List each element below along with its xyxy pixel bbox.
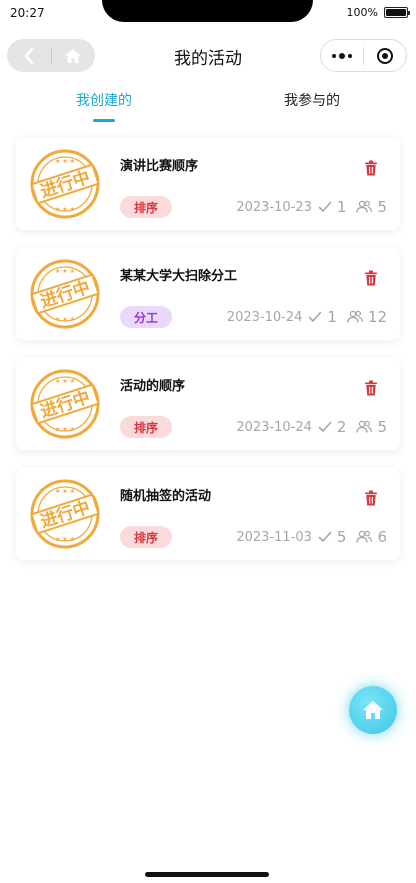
svg-text:★ ★ ★: ★ ★ ★ bbox=[55, 426, 75, 433]
active-tab-indicator bbox=[93, 119, 115, 122]
status-right: 100% bbox=[346, 6, 410, 19]
check-icon bbox=[318, 201, 332, 212]
svg-text:★ ★ ★: ★ ★ ★ bbox=[55, 488, 75, 495]
done-count: 2 bbox=[336, 418, 347, 436]
svg-text:★ ★ ★: ★ ★ ★ bbox=[55, 206, 75, 213]
activity-list: ★ ★ ★ ★ ★ ★ 进行中 演讲比赛顺序 排序 2023-10-23 1 5… bbox=[16, 138, 400, 578]
done-count: 1 bbox=[327, 308, 337, 326]
activity-meta: 2023-10-24 2 5 bbox=[236, 418, 387, 436]
battery-percentage: 100% bbox=[346, 6, 378, 19]
people-count: 12 bbox=[367, 308, 387, 326]
activity-title: 演讲比赛顺序 bbox=[120, 159, 199, 174]
home-indicator bbox=[145, 872, 269, 877]
in-progress-stamp-icon: ★ ★ ★ ★ ★ ★ 进行中 bbox=[30, 479, 100, 549]
activity-title: 活动的顺序 bbox=[120, 379, 186, 394]
stamp-text: 进行中 bbox=[38, 277, 93, 313]
activity-type-tag: 分工 bbox=[120, 306, 172, 328]
activity-meta: 2023-10-24 1 12 bbox=[227, 308, 387, 326]
svg-text:★ ★ ★: ★ ★ ★ bbox=[55, 268, 75, 275]
trash-icon[interactable] bbox=[364, 380, 378, 396]
activity-meta: 2023-11-03 5 6 bbox=[236, 528, 387, 546]
close-miniprogram-button[interactable] bbox=[364, 40, 406, 71]
activity-card[interactable]: ★ ★ ★ ★ ★ ★ 进行中 随机抽签的活动 排序 2023-11-03 5 bbox=[16, 468, 400, 560]
check-icon bbox=[309, 311, 322, 322]
activity-meta: 2023-10-23 1 5 bbox=[236, 198, 387, 216]
people-count: 5 bbox=[377, 198, 387, 216]
stamp-text: 进行中 bbox=[38, 497, 93, 533]
home-fab-button[interactable] bbox=[349, 686, 397, 734]
check-icon bbox=[318, 421, 332, 432]
activity-date: 2023-10-24 bbox=[236, 419, 312, 435]
battery-fill bbox=[386, 9, 406, 16]
tab-created[interactable]: 我创建的 bbox=[0, 90, 208, 110]
trash-icon[interactable] bbox=[364, 160, 378, 176]
people-icon bbox=[356, 420, 373, 433]
battery-icon bbox=[384, 7, 410, 18]
stamp-text: 进行中 bbox=[38, 387, 93, 423]
people-icon bbox=[356, 530, 373, 543]
people-icon bbox=[347, 310, 363, 323]
people-icon bbox=[356, 200, 373, 213]
target-icon bbox=[377, 47, 393, 64]
in-progress-stamp-icon: ★ ★ ★ ★ ★ ★ 进行中 bbox=[30, 149, 100, 219]
activity-card[interactable]: ★ ★ ★ ★ ★ ★ 进行中 活动的顺序 排序 2023-10-24 2 5 bbox=[16, 358, 400, 450]
in-progress-stamp-icon: ★ ★ ★ ★ ★ ★ 进行中 bbox=[30, 259, 100, 329]
people-count: 6 bbox=[377, 528, 387, 546]
check-icon bbox=[318, 531, 332, 542]
nav-capsule-right bbox=[320, 39, 407, 72]
activity-type-tag: 排序 bbox=[120, 416, 172, 438]
more-icon bbox=[332, 52, 352, 59]
done-count: 5 bbox=[336, 528, 347, 546]
camera-notch bbox=[102, 0, 313, 22]
home-icon bbox=[363, 701, 383, 719]
activity-card[interactable]: ★ ★ ★ ★ ★ ★ 进行中 演讲比赛顺序 排序 2023-10-23 1 5 bbox=[16, 138, 400, 230]
activity-title: 随机抽签的活动 bbox=[120, 489, 212, 504]
trash-icon[interactable] bbox=[364, 270, 378, 286]
tab-joined[interactable]: 我参与的 bbox=[208, 90, 416, 110]
more-button[interactable] bbox=[321, 40, 363, 71]
svg-text:★ ★ ★: ★ ★ ★ bbox=[55, 158, 75, 165]
activity-tabs: 我创建的 我参与的 bbox=[0, 90, 416, 126]
activity-card[interactable]: ★ ★ ★ ★ ★ ★ 进行中 某某大学大扫除分工 分工 2023-10-24 … bbox=[16, 248, 400, 340]
activity-type-tag: 排序 bbox=[120, 526, 172, 548]
done-count: 1 bbox=[336, 198, 347, 216]
trash-icon[interactable] bbox=[364, 490, 378, 506]
activity-date: 2023-11-03 bbox=[236, 529, 312, 545]
people-count: 5 bbox=[377, 418, 387, 436]
svg-text:★ ★ ★: ★ ★ ★ bbox=[55, 316, 75, 323]
svg-text:★ ★ ★: ★ ★ ★ bbox=[55, 378, 75, 385]
status-time: 20:27 bbox=[10, 6, 45, 20]
activity-date: 2023-10-23 bbox=[236, 199, 312, 215]
status-bar: 20:27 100% bbox=[0, 0, 416, 28]
stamp-text: 进行中 bbox=[38, 167, 93, 203]
in-progress-stamp-icon: ★ ★ ★ ★ ★ ★ 进行中 bbox=[30, 369, 100, 439]
navbar: 我的活动 bbox=[0, 34, 416, 78]
activity-date: 2023-10-24 bbox=[226, 309, 303, 325]
activity-title: 某某大学大扫除分工 bbox=[120, 269, 238, 284]
svg-text:★ ★ ★: ★ ★ ★ bbox=[55, 536, 75, 543]
activity-type-tag: 排序 bbox=[120, 196, 172, 218]
